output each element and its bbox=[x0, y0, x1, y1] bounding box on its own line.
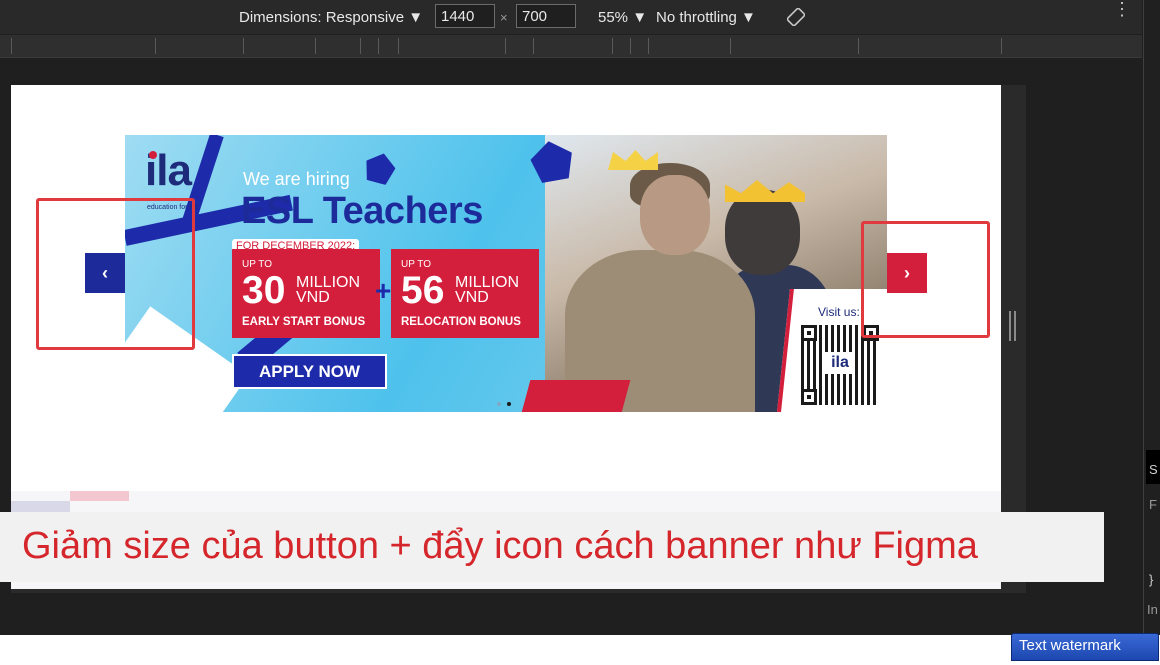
dimensions-dropdown[interactable]: Dimensions: Responsive ▼ bbox=[239, 9, 423, 26]
device-toolbar: Dimensions: Responsive ▼ 1440 × 700 55% … bbox=[0, 0, 1142, 34]
bottom-bar bbox=[0, 635, 1160, 665]
rotate-icon[interactable] bbox=[786, 7, 806, 31]
times-symbol: × bbox=[500, 10, 508, 25]
bonus-amount: 56 bbox=[401, 269, 445, 312]
side-panel-char-2: F bbox=[1149, 497, 1157, 512]
carousel-dot-active[interactable] bbox=[507, 402, 511, 406]
bonus-amount: 30 bbox=[242, 269, 286, 312]
bonus-label: RELOCATION BONUS bbox=[401, 316, 521, 328]
qr-logo: ila bbox=[825, 352, 855, 374]
bonus-card: UP TO 30 MILLION VND EARLY START BONUS bbox=[232, 249, 380, 338]
hiring-text: We are hiring bbox=[243, 169, 350, 189]
side-panel-char-3: } bbox=[1149, 572, 1154, 587]
side-panel-char-1: S bbox=[1149, 462, 1158, 477]
ila-logo-dot bbox=[149, 151, 157, 159]
annotation-box-right bbox=[861, 221, 990, 338]
devtools-side-panel: S F } In bbox=[1143, 0, 1160, 640]
hero-banner[interactable]: ila education for life We are hiring ESL… bbox=[125, 135, 887, 412]
side-panel-char-4: In bbox=[1147, 602, 1158, 617]
bonus-unit: MILLION VND bbox=[296, 274, 361, 306]
resize-handle[interactable] bbox=[1009, 311, 1017, 341]
annotation-caption: Giảm size của button + đẩy icon cách ban… bbox=[0, 512, 1104, 582]
bonus-card: UP TO 56 MILLION VND RELOCATION BONUS bbox=[391, 249, 539, 338]
annotation-box-left bbox=[36, 198, 195, 350]
height-input[interactable]: 700 bbox=[516, 4, 576, 28]
bonus-unit: MILLION VND bbox=[455, 274, 520, 306]
throttling-dropdown[interactable]: No throttling ▼ bbox=[656, 9, 756, 26]
plus-sign: + bbox=[375, 275, 392, 306]
page-pink-accent bbox=[70, 491, 129, 501]
more-options-icon[interactable]: ⋮ bbox=[1113, 0, 1131, 18]
pentagon-shape bbox=[362, 150, 399, 187]
apply-now-button[interactable]: APPLY NOW bbox=[232, 354, 387, 389]
text-watermark: Text watermark bbox=[1011, 633, 1159, 661]
viewport-bottom-strip bbox=[11, 589, 1026, 593]
bonus-label: EARLY START BONUS bbox=[242, 316, 366, 328]
carousel-dots bbox=[497, 393, 517, 411]
banner-headline: ESL Teachers bbox=[241, 190, 483, 232]
media-query-ruler bbox=[0, 35, 1142, 58]
zoom-dropdown[interactable]: 55% ▼ bbox=[598, 9, 647, 26]
width-input[interactable]: 1440 bbox=[435, 4, 495, 28]
visit-us-label: Visit us: bbox=[818, 305, 860, 319]
carousel-dot[interactable] bbox=[497, 402, 501, 406]
